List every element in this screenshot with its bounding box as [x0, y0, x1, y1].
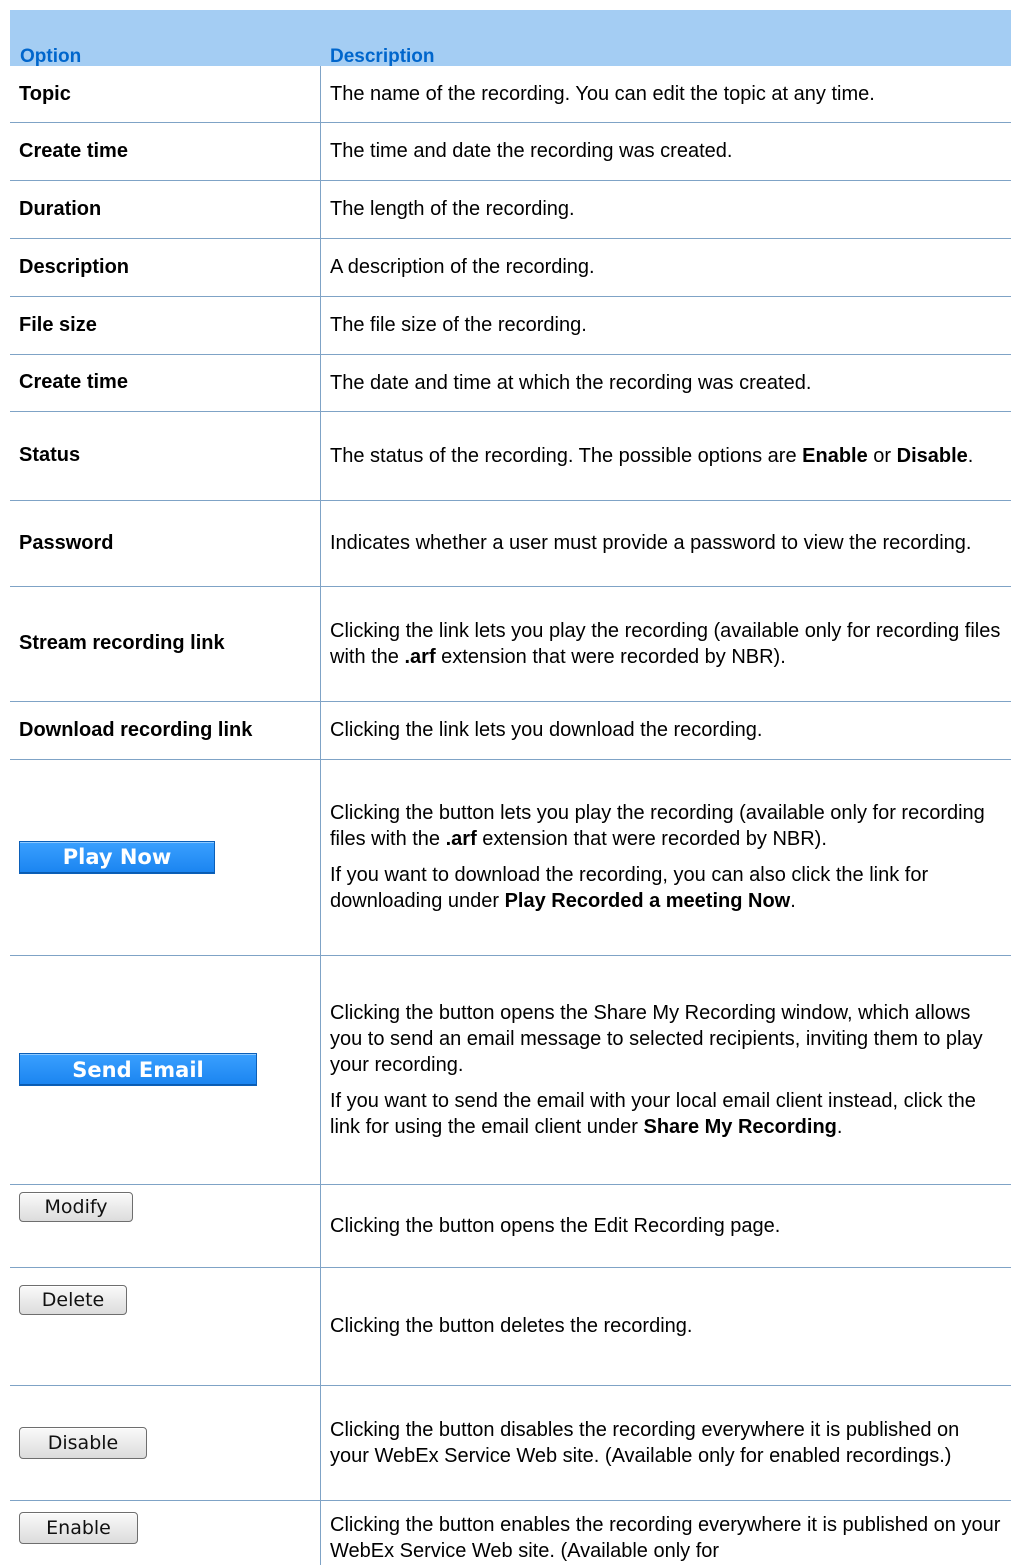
row-divider — [10, 500, 1011, 501]
header-option: Option — [20, 46, 82, 67]
table-row: Play Now Clicking the button lets you pl… — [10, 759, 1011, 955]
option-label: Download recording link — [19, 718, 253, 741]
option-description: Clicking the button opens the Share My R… — [330, 1001, 983, 1138]
row-divider — [10, 238, 1011, 239]
option-label: Create time — [19, 139, 128, 162]
row-divider — [10, 122, 1011, 123]
delete-button[interactable]: Delete — [19, 1285, 127, 1315]
option-label: Password — [19, 531, 114, 554]
option-description: Clicking the button opens the Edit Recor… — [330, 1214, 781, 1237]
option-label: Stream recording link — [19, 632, 225, 654]
row-divider — [10, 955, 1011, 956]
table-row: Password Indicates whether a user must p… — [10, 500, 1011, 586]
option-description: Clicking the button deletes the recordin… — [330, 1315, 693, 1337]
header-description: Description — [330, 46, 435, 67]
enable-button[interactable]: Enable — [19, 1512, 138, 1544]
row-divider — [10, 180, 1011, 181]
option-label: Topic — [19, 82, 71, 105]
row-divider — [10, 759, 1011, 760]
option-cell: Play Now — [10, 759, 310, 955]
row-divider — [10, 1267, 1011, 1268]
table-row: Topic The name of the recording. You can… — [10, 66, 1011, 122]
option-cell: Modify — [10, 1184, 310, 1267]
row-divider — [10, 411, 1011, 412]
option-description: The time and date the recording was crea… — [330, 140, 733, 162]
send-email-button[interactable]: Send Email — [19, 1053, 257, 1086]
option-description: The file size of the recording. — [330, 314, 587, 336]
row-divider — [10, 1385, 1011, 1386]
option-label: Status — [19, 444, 81, 466]
table-header: Option Description — [10, 10, 1011, 67]
row-divider — [10, 296, 1011, 297]
table-row: Send Email Clicking the button opens the… — [10, 955, 1011, 1184]
row-divider — [10, 701, 1011, 702]
table-row: Status The status of the recording. The … — [10, 411, 1011, 500]
table-row: Disable Clicking the button disables the… — [10, 1385, 1011, 1500]
option-cell: Delete — [10, 1267, 310, 1385]
option-description: Clicking the button disables the recordi… — [330, 1418, 960, 1467]
table-row: File size The file size of the recording… — [10, 296, 1011, 354]
row-divider — [10, 354, 1011, 355]
row-divider — [10, 1500, 1011, 1501]
column-divider — [320, 66, 321, 1565]
row-divider — [10, 1184, 1011, 1185]
row-divider — [10, 586, 1011, 587]
disable-button[interactable]: Disable — [19, 1426, 147, 1459]
option-description: Clicking the link lets you download the … — [330, 719, 763, 741]
options-table: Option Description Topic The name of the… — [10, 10, 1011, 1565]
option-label: File size — [19, 313, 97, 336]
option-description: Clicking the link lets you play the reco… — [330, 619, 1001, 668]
modify-button[interactable]: Modify — [19, 1192, 133, 1222]
option-cell: Disable — [10, 1385, 310, 1500]
table-row: Duration The length of the recording. — [10, 180, 1011, 238]
table-row: Enable Clicking the button enables the r… — [10, 1500, 1011, 1562]
table-body: Topic The name of the recording. You can… — [10, 66, 1011, 1562]
option-label: Create time — [19, 371, 128, 393]
option-label: Description — [19, 255, 130, 278]
option-description: A description of the recording. — [330, 256, 595, 278]
table-row: Delete Clicking the button deletes the r… — [10, 1267, 1011, 1385]
table-row: Modify Clicking the button opens the Edi… — [10, 1184, 1011, 1267]
table-row: Stream recording link Clicking the link … — [10, 586, 1011, 701]
option-cell: Send Email — [10, 955, 310, 1184]
option-cell: Enable — [10, 1500, 310, 1561]
option-description: The date and time at which the recording… — [330, 371, 812, 394]
option-description: The status of the recording. The possibl… — [330, 444, 974, 467]
option-description: The name of the recording. You can edit … — [330, 83, 875, 105]
table-row: Description A description of the recordi… — [10, 238, 1011, 296]
table-row: Create time The time and date the record… — [10, 122, 1011, 180]
option-description: The length of the recording. — [330, 198, 575, 220]
play-now-button[interactable]: Play Now — [19, 840, 215, 874]
option-description: Clicking the button lets you play the re… — [330, 802, 985, 912]
option-label: Duration — [19, 197, 102, 220]
option-description: Clicking the button enables the recordin… — [330, 1514, 1001, 1562]
table-row: Download recording link Clicking the lin… — [10, 701, 1011, 759]
option-description: Indicates whether a user must provide a … — [330, 532, 972, 554]
table-row: Create time The date and time at which t… — [10, 354, 1011, 411]
